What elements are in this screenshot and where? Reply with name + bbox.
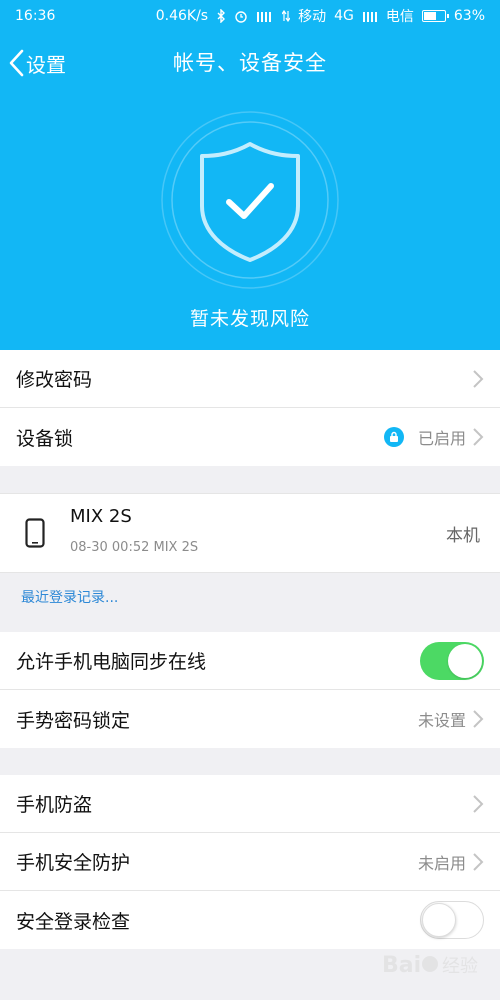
bluetooth-icon <box>217 9 226 23</box>
gesture-lock-row[interactable]: 手势密码锁定 未设置 <box>0 690 500 748</box>
protection-settings-group: 手机防盗 手机安全防护 未启用 安全登录检查 <box>0 775 500 949</box>
lock-icon <box>383 427 404 447</box>
data-transfer-icon <box>282 10 291 22</box>
phone-security-row[interactable]: 手机安全防护 未启用 <box>0 833 500 891</box>
gesture-lock-label: 手势密码锁定 <box>16 709 131 732</box>
baidu-watermark-logo: Bai 经验 <box>380 944 490 984</box>
page-title: 帐号、设备安全 <box>173 51 327 75</box>
toggle-knob <box>448 643 482 678</box>
security-settings-group: 修改密码 设备锁 已启用 <box>0 350 500 466</box>
risk-status-text: 暂未发现风险 <box>189 308 310 330</box>
this-device-tag: 本机 <box>446 526 480 546</box>
change-password-label: 修改密码 <box>16 369 93 391</box>
carrier-telecom: 电信 <box>385 9 414 25</box>
toggle-knob <box>422 903 456 937</box>
login-check-row: 安全登录检查 <box>0 891 500 949</box>
anti-theft-label: 手机防盗 <box>16 794 93 816</box>
chevron-right-icon <box>473 428 484 446</box>
status-time: 16:36 <box>15 8 56 24</box>
sync-settings-group: 允许手机电脑同步在线 手势密码锁定 未设置 <box>0 632 500 748</box>
device-lock-row[interactable]: 设备锁 已启用 <box>0 408 500 466</box>
login-check-toggle[interactable] <box>420 901 484 939</box>
device-lock-status: 已启用 <box>417 429 466 448</box>
network-speed: 0.46K/s <box>155 8 209 24</box>
signal-hd-icon <box>257 12 272 22</box>
nav-bar: 设置 帐号、设备安全 <box>0 38 500 88</box>
status-bar: 16:36 0.46K/s 移动 4G 电信 63% <box>0 0 500 32</box>
login-check-label: 安全登录检查 <box>16 910 131 933</box>
alarm-icon <box>235 11 247 23</box>
network-type: 4G <box>334 8 354 24</box>
svg-text:Bai: Bai <box>382 953 421 978</box>
svg-text:经验: 经验 <box>442 956 478 977</box>
chevron-right-icon <box>473 369 484 388</box>
anti-theft-row[interactable]: 手机防盗 <box>0 775 500 833</box>
allow-sync-label: 允许手机电脑同步在线 <box>16 651 207 673</box>
phone-security-label: 手机安全防护 <box>16 852 131 874</box>
chevron-right-icon <box>473 710 484 728</box>
allow-sync-row: 允许手机电脑同步在线 <box>0 632 500 690</box>
recent-login-link[interactable]: 最近登录记录... <box>21 587 118 607</box>
device-login-meta: 08-30 00:52 MIX 2S <box>70 540 199 555</box>
battery-icon <box>421 10 449 22</box>
device-lock-label: 设备锁 <box>16 427 74 450</box>
signal-icon <box>362 12 377 22</box>
phone-icon <box>25 518 45 548</box>
device-name: MIX 2S <box>70 506 132 527</box>
change-password-row[interactable]: 修改密码 <box>0 350 500 408</box>
chevron-right-icon <box>473 794 484 813</box>
battery-percent: 63% <box>453 8 485 24</box>
chevron-right-icon <box>473 852 484 871</box>
allow-sync-toggle[interactable] <box>420 641 484 680</box>
carrier-mobile: 移动 <box>298 9 327 25</box>
shield-icon <box>150 110 350 290</box>
phone-security-status: 未启用 <box>417 853 466 873</box>
security-header: 16:36 0.46K/s 移动 4G 电信 63% 设置 帐号、设备安全 暂未… <box>0 0 500 350</box>
current-device-card[interactable]: MIX 2S 08-30 00:52 MIX 2S 本机 <box>0 493 500 573</box>
gesture-lock-status: 未设置 <box>417 711 466 730</box>
